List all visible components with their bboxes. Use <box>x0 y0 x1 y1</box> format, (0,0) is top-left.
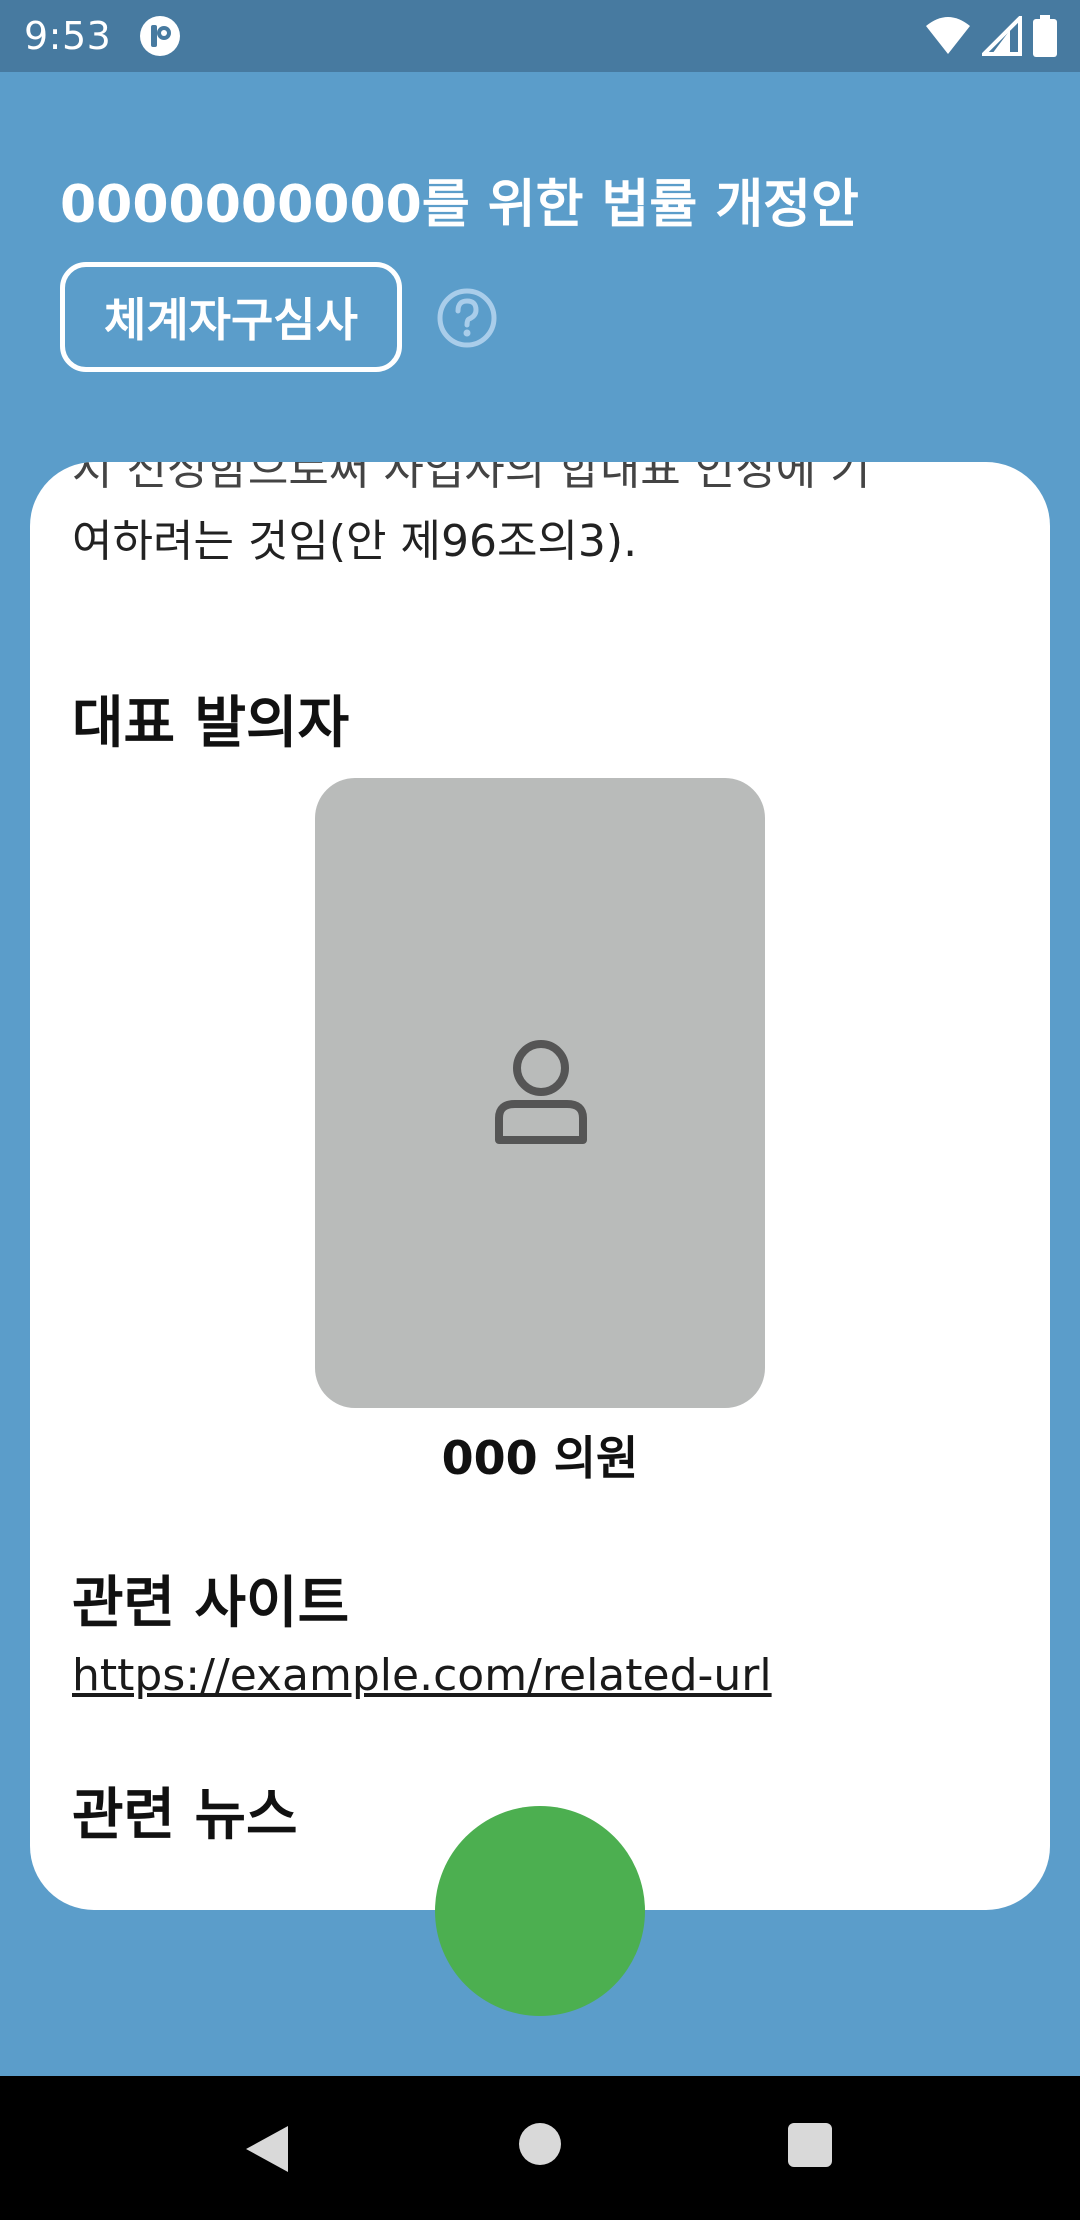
person-placeholder-icon <box>495 1040 587 1144</box>
status-icons <box>924 14 1058 58</box>
related-site-link[interactable]: https://example.com/related-url <box>72 1646 772 1706</box>
status-time: 9:53 <box>24 14 112 58</box>
summary-text-partial: 시 전성함으로써 사업사의 합내표 인정에 기 <box>72 462 871 495</box>
sponsor-photo[interactable] <box>315 778 765 1408</box>
home-icon[interactable] <box>519 2123 561 2165</box>
status-bar: 9:53 <box>0 0 1080 72</box>
cell-signal-icon <box>982 16 1022 56</box>
help-circle-icon[interactable] <box>436 287 498 349</box>
floating-action-button[interactable] <box>435 1806 645 2016</box>
stage-badge[interactable]: 체계자구심사 <box>60 262 402 372</box>
related-site-heading: 관련 사이트 <box>72 1571 350 1636</box>
bill-detail-card: 시 전성함으로써 사업사의 합내표 인정에 기 여하려는 것임(안 제96조의3… <box>30 462 1050 1910</box>
app-notification-icon <box>140 16 180 56</box>
related-news-heading: 관련 뉴스 <box>72 1783 298 1848</box>
summary-text: 여하려는 것임(안 제96조의3). <box>72 516 638 567</box>
back-icon[interactable] <box>240 2122 294 2176</box>
battery-icon <box>1033 15 1057 57</box>
wifi-icon <box>926 17 970 54</box>
recent-apps-icon[interactable] <box>788 2123 832 2167</box>
system-nav-bar <box>0 2076 1080 2220</box>
sponsor-name: 000 의원 <box>441 1431 639 1485</box>
sponsor-heading: 대표 발의자 <box>72 691 350 756</box>
bill-title: 0000000000를 위한 법률 개정안 <box>60 175 859 235</box>
